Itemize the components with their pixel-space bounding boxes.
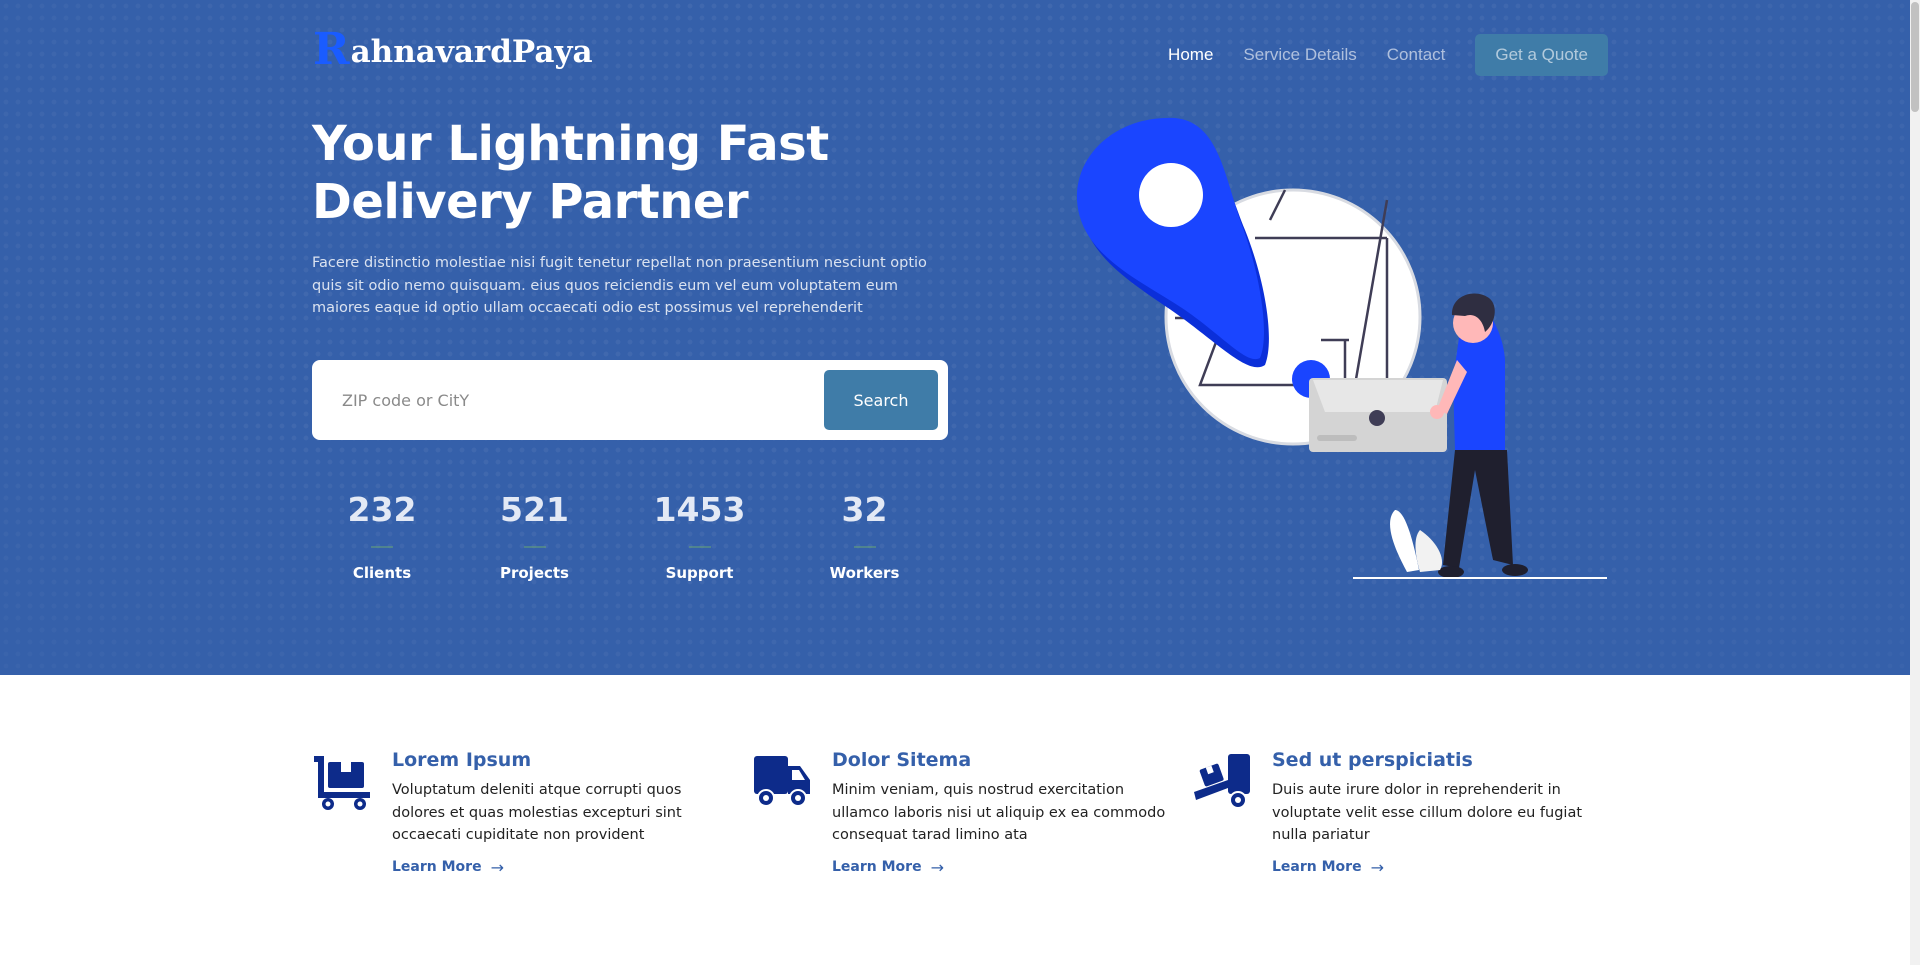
stat-label: Workers — [829, 564, 900, 582]
cart-flatbed-boxes-icon — [314, 756, 370, 810]
hero-title: Your Lightning Fast Delivery Partner — [312, 116, 829, 230]
features-section: Lorem Ipsum Voluptatum deleniti atque co… — [312, 749, 1622, 877]
brand-initial: R — [313, 24, 350, 75]
hero-description: Facere distinctio molestiae nisi fugit t… — [312, 255, 927, 316]
learn-more-link[interactable]: Learn More → — [392, 858, 504, 877]
nav-home[interactable]: Home — [1168, 45, 1213, 65]
stat-workers: 32 Workers — [782, 488, 947, 582]
stat-divider — [523, 546, 546, 548]
learn-more-link[interactable]: Learn More → — [832, 858, 944, 877]
learn-more-label: Learn More — [392, 859, 482, 875]
stat-divider — [688, 546, 711, 548]
feature-body: Dolor Sitema Minim veniam, quis nostrud … — [832, 749, 1177, 877]
nav-contact[interactable]: Contact — [1387, 45, 1446, 65]
page-scrollbar[interactable] — [1910, 0, 1920, 965]
stat-label: Projects — [499, 564, 569, 582]
search-button[interactable]: Search — [824, 370, 938, 430]
stat-projects: 521 Projects — [452, 488, 617, 582]
feature-title: Sed ut perspiciatis — [1272, 749, 1473, 771]
stat-divider — [853, 546, 876, 548]
main-nav: Home Service Details Contact Get a Quote — [1168, 34, 1608, 76]
stat-divider — [371, 546, 393, 548]
get-a-quote-button[interactable]: Get a Quote — [1475, 34, 1608, 76]
stat-value: 1453 — [653, 490, 746, 529]
zip-city-input[interactable] — [330, 374, 800, 426]
feature-text: Voluptatum deleniti atque corrupti quos … — [392, 782, 682, 843]
feature-card: Sed ut perspiciatis Duis aute irure dolo… — [1192, 749, 1622, 877]
stat-value: 232 — [347, 490, 417, 529]
feature-body: Lorem Ipsum Voluptatum deleniti atque co… — [392, 749, 737, 877]
stat-label: Support — [665, 564, 734, 582]
learn-more-label: Learn More — [832, 859, 922, 875]
scrollbar-thumb[interactable] — [1911, 2, 1919, 112]
search-form: Search — [312, 360, 948, 440]
feature-text: Minim veniam, quis nostrud exercitation … — [832, 782, 1166, 843]
nav-service-details[interactable]: Service Details — [1243, 45, 1356, 65]
truck-icon — [754, 756, 810, 807]
arrow-right-icon: → — [490, 857, 504, 877]
feature-title: Dolor Sitema — [832, 749, 972, 771]
learn-more-label: Learn More — [1272, 859, 1362, 875]
feature-body: Sed ut perspiciatis Duis aute irure dolo… — [1272, 749, 1617, 877]
pin-hole — [1139, 163, 1203, 227]
feature-text: Duis aute irure dolor in reprehenderit i… — [1272, 782, 1583, 843]
arrow-right-icon: → — [930, 857, 944, 877]
feature-title: Lorem Ipsum — [392, 749, 532, 771]
learn-more-link[interactable]: Learn More → — [1272, 858, 1384, 877]
hero-section: R ahnavardPaya Home Service Details Cont… — [0, 0, 1920, 675]
truck-ramp-box-icon — [1194, 754, 1250, 809]
arrow-right-icon: → — [1370, 857, 1384, 877]
brand-name: ahnavardPaya — [350, 34, 593, 71]
delivery-illustration — [1076, 117, 1607, 579]
plant-leaf — [1390, 510, 1419, 572]
stat-support: 1453 Support — [617, 488, 782, 582]
stat-value: 32 — [841, 490, 888, 529]
feature-card: Dolor Sitema Minim veniam, quis nostrud … — [752, 749, 1182, 877]
stat-clients: 232 Clients — [312, 488, 452, 582]
stat-value: 521 — [500, 490, 569, 529]
brand-logo[interactable]: R ahnavardPaya — [313, 28, 593, 72]
stats-row: 232 Clients 521 Projects 1453 Support 32… — [312, 488, 947, 582]
stat-label: Clients — [352, 564, 412, 582]
feature-card: Lorem Ipsum Voluptatum deleniti atque co… — [312, 749, 742, 877]
